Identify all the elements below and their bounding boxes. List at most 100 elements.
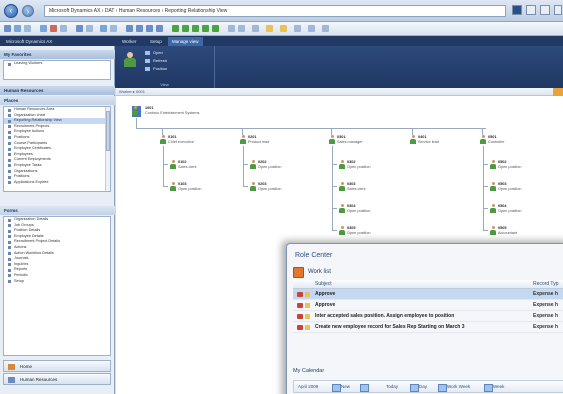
form-icon [8,235,11,239]
calendar-new-button[interactable]: New [332,383,350,392]
toolbar-icon-c[interactable] [252,25,259,32]
form-icon [8,246,11,250]
connector-line [332,230,337,231]
page-icon [8,164,11,168]
table-row[interactable]: Approve Expense h [293,289,563,300]
favorites-header[interactable]: My Favorites [0,50,115,59]
node-label: 0102 Sales clerk [178,160,197,169]
toolbar-icon-e[interactable] [308,25,315,32]
breadcrumb[interactable]: Worker ▸ 0001 [116,88,563,96]
nav-human-resources-button[interactable]: Human Resources [3,373,111,385]
paste-icon[interactable] [110,25,117,32]
green-arrow-icon-5[interactable] [212,25,219,32]
person-icon [490,160,496,169]
new-icon[interactable] [40,25,47,32]
connector-line [332,146,333,230]
node-label: 1001 Contoso Entertainment Systems [145,106,199,115]
calendar-month[interactable]: April 2009 [298,383,318,391]
folder-icon[interactable] [266,25,273,32]
role-center-title: Role Center [295,252,333,259]
position-button[interactable]: Position [145,66,167,72]
print-icon[interactable] [24,25,31,32]
form-icon [8,274,11,278]
alert-flag-icon[interactable] [553,88,563,96]
find-icon[interactable] [86,25,93,32]
node-title: Product lead [248,139,270,144]
nav-home-button[interactable]: Home [3,360,111,372]
calendar-week-button[interactable]: Week [484,383,504,392]
green-arrow-icon-4[interactable] [202,25,209,32]
scroll-thumb[interactable] [106,111,110,151]
refresh-button[interactable]: Refresh [145,58,167,64]
green-arrow-icon-2[interactable] [182,25,189,32]
save-icon[interactable] [14,25,21,32]
next-record-icon[interactable] [146,25,153,32]
table-row[interactable]: Approve Expense h [293,300,563,311]
person-icon [160,135,166,144]
open-button[interactable]: Open [145,50,163,56]
last-record-icon[interactable] [156,25,163,32]
node-label: 0302 Open position [347,160,370,169]
form-icon [8,224,11,228]
document-icon[interactable] [280,25,287,32]
places-list: Human Resources Area Organization chart … [3,106,111,192]
forward-button[interactable]: › [22,5,34,17]
calendar-day-button[interactable]: Day [410,383,427,392]
forms-header[interactable]: Forms [0,206,115,215]
green-arrow-icon-1[interactable] [172,25,179,32]
forms-item[interactable]: Setup [4,279,110,285]
table-row[interactable]: Inter accepted sales position. Assign em… [293,311,563,322]
address-bar[interactable]: Microsoft Dynamics AX › DAT › Human Reso… [44,5,506,17]
envelope-icon [305,314,310,319]
more-icon[interactable] [554,5,562,15]
places-item[interactable]: Applications Expired [4,180,110,186]
toolbar-icon-b[interactable] [238,25,245,32]
column-record-type[interactable]: Record Typ [533,280,558,289]
home-icon [8,364,15,370]
column-subject[interactable]: Subject [315,280,332,289]
table-row[interactable]: Create new employee record for Sales Rep… [293,322,563,333]
favorite-item[interactable]: Leaving Workers [4,61,110,67]
previous-record-icon[interactable] [136,25,143,32]
filter-icon[interactable] [60,25,67,32]
places-scrollbar[interactable] [105,107,110,191]
envelope-icon [305,303,310,308]
calendar-dropdown-icon[interactable] [360,383,372,392]
delete-icon[interactable] [50,25,57,32]
sort-icon[interactable] [76,25,83,32]
node-title: Contoso Entertainment Systems [145,110,200,115]
calendar-today-button[interactable]: Today [386,383,398,391]
first-record-icon[interactable] [126,25,133,32]
refresh-icon[interactable] [526,5,536,15]
page-icon [8,108,11,112]
calendar-toolbar: April 2009 New Today Day Work Week Week [293,380,563,393]
back-button[interactable]: ‹ [4,4,18,18]
help-icon[interactable] [512,5,522,15]
app-menu-icon[interactable] [4,25,11,32]
node-label: 0304 Open position [347,204,370,213]
connector-line [243,146,244,186]
calendar-work-week-button[interactable]: Work Week [438,383,470,392]
my-calendar-section: My Calendar April 2009 New Today Day Wor… [293,364,563,394]
tab-application[interactable]: Microsoft Dynamics AX [2,37,56,46]
green-arrow-icon-3[interactable] [192,25,199,32]
page-icon [8,175,11,179]
options-icon[interactable] [540,5,550,15]
tab-manage-view[interactable]: Manage view [168,37,203,46]
node-title: Accountant [498,230,517,235]
node-title: Open position [178,186,202,191]
envelope-icon [305,292,310,297]
node-label: 0305 Open position [347,226,370,235]
connector-line [483,186,488,187]
copy-icon[interactable] [100,25,107,32]
tab-setup[interactable]: Setup [146,37,166,46]
page-icon [8,158,11,162]
toolbar-icon-d[interactable] [294,25,301,32]
places-header[interactable]: Places [0,96,115,105]
toolbar-icon-f[interactable] [322,25,329,32]
node-title: Open position [498,208,522,213]
toolbar-icon-a[interactable] [228,25,235,32]
tab-worker[interactable]: Worker [118,37,140,46]
connector-line [136,118,137,128]
worker-icon[interactable] [123,52,137,68]
